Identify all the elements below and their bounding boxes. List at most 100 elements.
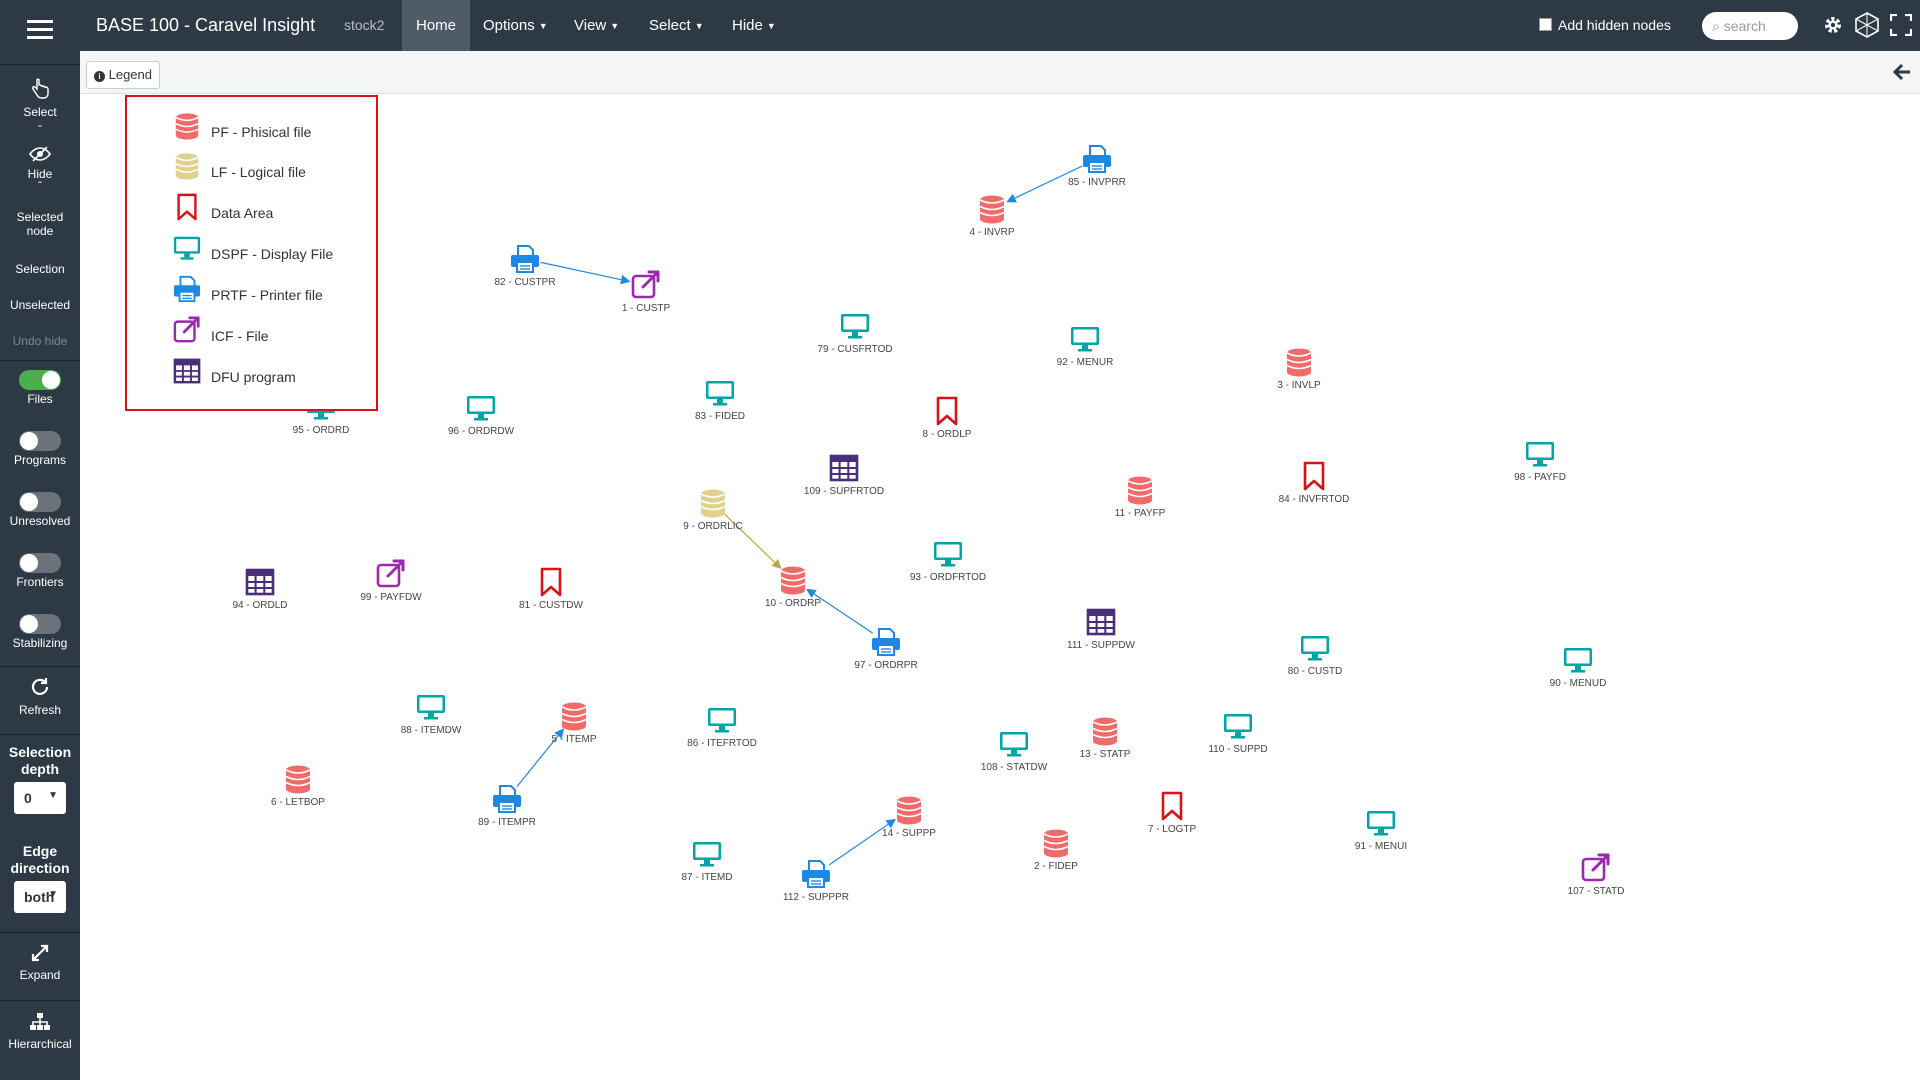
graph-node-82[interactable]: 82 - CUSTPR [494,245,556,288]
add-hidden-nodes-checkbox[interactable] [1539,18,1552,31]
graph-node-89[interactable]: 89 - ITEMPR [478,785,536,828]
graph-node-8[interactable]: 8 - ORDLP [923,396,972,440]
menu-select[interactable]: Select ▼ [649,0,704,51]
graph-node-5[interactable]: 5 - ITEMP [551,702,597,746]
top-navbar: BASE 100 - Caravel Insight stock2 Home O… [80,0,1920,51]
caret-down-icon: ▼ [694,20,704,31]
undo-hide-button[interactable]: Undo hide [0,334,80,348]
selected-node-button[interactable]: Selected node [0,210,80,239]
selection-button[interactable]: Selection [0,262,80,276]
hide-tool-button[interactable]: Hide ⌃ [0,146,80,188]
graph-node-label: 6 - LETBOP [271,797,325,808]
project-name[interactable]: stock2 [344,0,384,51]
graph-node-81[interactable]: 81 - CUSTDW [519,567,584,611]
selection-depth-value: 0 [24,789,32,806]
graph-node-87[interactable]: 87 - ITEMD [681,842,733,883]
hamburger-menu-button[interactable] [0,18,80,43]
legend-external-link-icon [173,316,200,343]
search-placeholder: search [1723,18,1766,34]
programs-toggle[interactable]: Programs [0,431,80,467]
graph-node-1[interactable]: 1 - CUSTP [622,270,671,314]
edge-direction-select[interactable]: both ▼ [14,880,66,913]
graph-node-label: 13 - STATP [1080,749,1131,760]
expand-button[interactable]: Expand [0,943,80,983]
graph-node-96[interactable]: 96 - ORDRDW [448,396,515,437]
graph-node-110[interactable]: 110 - SUPPD [1208,714,1268,755]
graph-node-98[interactable]: 98 - PAYFD [1514,442,1566,483]
menu-options[interactable]: Options ▼ [483,0,548,51]
menu-home[interactable]: Home [402,0,471,51]
programs-switch[interactable] [19,431,61,451]
graph-node-99[interactable]: 99 - PAYFDW [360,559,422,603]
hierarchical-button[interactable]: Hierarchical [0,1012,80,1052]
arrow-left-icon[interactable] [1892,62,1912,82]
graph-node-88[interactable]: 88 - ITEMDW [401,695,462,736]
select-tool-button[interactable]: Select ⌄ [0,78,80,129]
graph-node-112[interactable]: 112 - SUPPPR [783,860,849,903]
graph-node-94[interactable]: 94 - ORDLD [232,568,288,611]
graph-node-107[interactable]: 107 - STATD [1568,853,1625,897]
fullscreen-icon[interactable] [1890,14,1912,36]
graph-node-label: 94 - ORDLD [232,600,287,611]
graph-edge-97-10[interactable] [806,588,874,634]
graph-node-93[interactable]: 93 - ORDFRTOD [910,542,986,583]
graph-node-85[interactable]: 85 - INVPRR [1068,145,1126,188]
unselected-button[interactable]: Unselected [0,298,80,312]
programs-label: Programs [13,453,66,467]
gear-icon[interactable] [1822,14,1844,36]
legend-button[interactable]: i Legend [86,61,160,89]
legend-label-lf: LF - Logical file [211,164,306,180]
graph-node-13[interactable]: 13 - STATP [1080,717,1131,761]
unresolved-label: Unresolved [9,514,71,528]
graph-node-3[interactable]: 3 - INVLP [1277,348,1321,392]
add-hidden-nodes-option[interactable]: Add hidden nodes [1539,0,1671,51]
caravel-logo-icon[interactable] [1854,12,1880,38]
graph-node-80[interactable]: 80 - CUSTD [1288,636,1342,677]
graph-node-109[interactable]: 109 - SUPFRTOD [804,454,884,497]
info-circle-icon: i [93,71,105,82]
graph-node-label: 95 - ORDRD [293,425,350,436]
graph-node-97[interactable]: 97 - ORDRPR [854,628,918,671]
refresh-button[interactable]: Refresh [0,676,80,718]
graph-node-6[interactable]: 6 - LETBOP [271,765,325,809]
unresolved-switch[interactable] [19,492,61,512]
menu-select-label: Select [649,17,691,34]
frontiers-toggle[interactable]: Frontiers [0,553,80,589]
graph-node-91[interactable]: 91 - MENUI [1355,811,1407,852]
select-tool-label: Select [23,105,57,120]
frontiers-switch[interactable] [19,553,61,573]
expand-label: Expand [19,968,61,983]
search-input[interactable]: ⌕ search [1702,12,1798,40]
chevron-down-icon: ⌄ [36,119,44,129]
graph-node-108[interactable]: 108 - STATDW [981,732,1048,773]
legend-database-icon [175,153,199,180]
graph-node-9[interactable]: 9 - ORDRLIC [683,489,743,533]
graph-node-86[interactable]: 86 - ITEFRTOD [687,708,757,749]
graph-node-83[interactable]: 83 - FIDED [695,381,745,422]
graph-node-79[interactable]: 79 - CUSFRTOD [817,314,893,355]
stabilizing-toggle[interactable]: Stabilizing [0,614,80,650]
graph-node-90[interactable]: 90 - MENUD [1550,648,1607,689]
files-label: Files [27,392,53,406]
graph-node-14[interactable]: 14 - SUPPP [882,796,936,840]
graph-edge-112-14[interactable] [828,818,896,866]
graph-node-label: 89 - ITEMPR [478,817,536,828]
menu-hide[interactable]: Hide ▼ [732,0,776,51]
stabilizing-switch[interactable] [19,614,61,634]
graph-node-7[interactable]: 7 - LOGTP [1148,791,1197,835]
graph-node-11[interactable]: 11 - PAYFP [1115,476,1166,520]
files-toggle[interactable]: Files [0,370,80,406]
legend-printer-icon [173,275,201,303]
unresolved-toggle[interactable]: Unresolved [0,492,80,528]
selection-depth-select[interactable]: 0 ▼ [14,781,66,814]
files-switch[interactable] [19,370,61,390]
menu-view[interactable]: View ▼ [574,0,619,51]
graph-node-111[interactable]: 111 - SUPPDW [1067,608,1136,651]
graph-node-label: 2 - FIDEP [1034,861,1078,872]
sidebar: Select ⌄ Hide ⌃ Selected node Selection … [0,0,80,1080]
graph-node-92[interactable]: 92 - MENUR [1057,327,1114,368]
graph-node-84[interactable]: 84 - INVFRTOD [1279,461,1350,505]
graph-node-2[interactable]: 2 - FIDEP [1034,829,1078,873]
graph-node-10[interactable]: 10 - ORDRP [765,566,821,610]
chevron-up-icon: ⌃ [36,179,44,189]
